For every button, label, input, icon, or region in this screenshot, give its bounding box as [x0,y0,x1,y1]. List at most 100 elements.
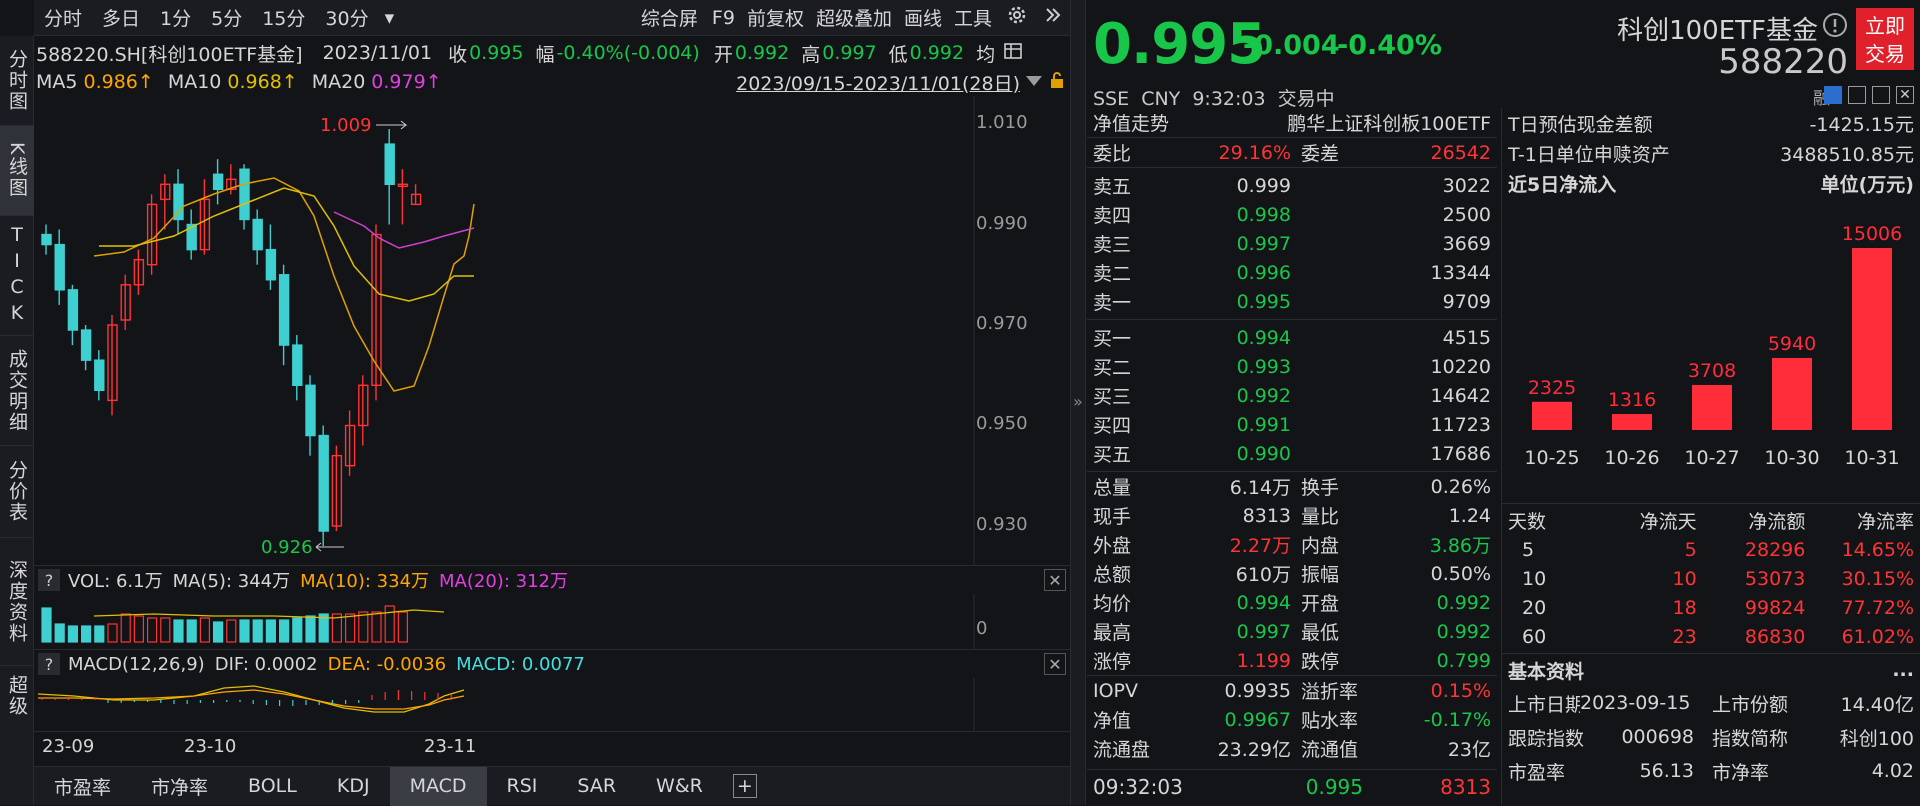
tab-15min[interactable]: 15分 [252,4,315,31]
flow-cell: 18 [1672,596,1697,619]
stat-label: 溢折率 [1301,681,1359,703]
tab-wr[interactable]: W&R [636,767,723,806]
quote-panel: 0.995 -0.004 -0.40% 科创100ETF基金 588220 立即… [1087,0,1920,805]
table-icon[interactable] [1003,41,1023,66]
sidebar-item-tick[interactable]: TICK [0,216,34,336]
close-icon[interactable]: ✕ [1044,569,1066,591]
volume-bar [213,621,224,643]
period-dropdown-icon[interactable]: ▾ [379,7,401,29]
volume-bar [239,619,250,643]
flow-cell: 86830 [1744,625,1806,648]
tab-pe[interactable]: 市盈率 [34,767,131,806]
stat-label: 总额 [1093,564,1132,586]
inflow-category: 10-30 [1764,447,1819,469]
tool-adjust[interactable]: 前复权 [741,4,810,31]
ask-row: 卖二 0.996 13344 [1087,258,1497,287]
stat-value: 2.27万 [1229,535,1291,557]
ma10-value: 0.968↑ [227,71,298,93]
kline-svg[interactable]: 1.010 0.990 0.970 0.950 0.930 1.009 0.92… [34,96,1070,566]
tab-30min[interactable]: 30分 [315,4,378,31]
sidebar-item-fenshi[interactable]: 分时图 [0,36,34,126]
basic-label: 上市日期 [1508,693,1580,716]
volume-pane[interactable]: ? VOL: 6.1万 MA(5): 344万 MA(10): 334万 MA(… [34,566,1070,650]
close-icon[interactable]: ✕ [1044,653,1066,675]
weibi-row: 委比 29.16% 委差 26542 [1087,138,1497,167]
trade-button[interactable]: 立即交易 [1856,8,1914,70]
help-icon[interactable]: ? [38,569,60,591]
stat-value: 0.992 [1436,620,1491,643]
tab-1min[interactable]: 1分 [150,4,201,31]
stat-value: 3.86万 [1429,535,1491,557]
inflow-category: 10-31 [1844,447,1899,469]
stat-label: 量比 [1301,506,1340,528]
amp-value: -0.40%(-0.004) [556,42,700,64]
low-marker: 0.926 [261,537,313,558]
sidebar-item-super[interactable]: 超级 [0,666,34,726]
tool-draw[interactable]: 画线 [898,4,948,31]
level-label: 卖二 [1093,263,1132,285]
sidebar-label: 分时图 [6,49,28,112]
more-icon[interactable]: ... [1892,659,1914,681]
basic-header: 基本资料 ... [1502,654,1920,686]
double-chevron-right-icon[interactable] [1036,6,1070,29]
tab-kdj[interactable]: KDJ [317,767,390,806]
tab-pb[interactable]: 市净率 [131,767,228,806]
panel-divider[interactable]: » [1070,0,1086,805]
edit-icon[interactable] [1824,86,1842,104]
macd-pane[interactable]: ? MACD(12,26,9) DIF: 0.0002 DEA: -0.0036… [34,650,1070,732]
sidebar-label: 超级 [6,675,28,717]
bid-row: 买四 0.991 11723 [1087,410,1497,439]
tool-overlay[interactable]: 超级叠加 [810,4,898,31]
info-icon[interactable] [1822,12,1848,43]
close-icon[interactable]: ✕ [1896,86,1914,104]
cash-value: -1425.15元 [1809,113,1914,136]
stat-label: 振幅 [1301,564,1340,586]
stat-value: 23.29亿 [1217,739,1291,761]
tab-sar[interactable]: SAR [557,767,636,806]
tool-composite[interactable]: 综合屏 [633,4,706,31]
date-range[interactable]: 2023/09/15-2023/11/01(28日) [736,69,1020,96]
inflow-value: 15006 [1842,223,1902,245]
sidebar-item-depth[interactable]: 深度资料 [0,538,34,666]
window-icon[interactable] [1872,86,1890,104]
tab-rsi[interactable]: RSI [487,767,558,806]
level-volume: 2500 [1442,203,1491,226]
price-change-pct: -0.40% [1337,30,1442,61]
nav-row[interactable]: 净值走势 鹏华上证科创板100ETF [1087,108,1497,137]
lock-icon[interactable] [1848,86,1866,104]
sidebar-item-price-table[interactable]: 分价表 [0,446,34,538]
high-label: 高 [801,43,821,66]
tool-f9[interactable]: F9 [706,7,741,29]
open-label: 开 [713,43,733,66]
stat-label: 最高 [1093,622,1132,644]
macd-dif: DIF: 0.0002 [214,653,318,675]
help-icon[interactable]: ? [38,653,60,675]
add-tab-button[interactable]: + [723,767,767,806]
last-trade-time: 09:32:03 [1093,775,1183,799]
stat-label: 流通值 [1301,739,1359,761]
tool-tools[interactable]: 工具 [948,4,998,31]
stat-value: 1.199 [1236,649,1291,672]
macd-dea: DEA: -0.0036 [327,653,447,675]
stat-label: 跌停 [1301,651,1340,673]
tab-multiday[interactable]: 多日 [92,4,150,31]
tab-5min[interactable]: 5分 [201,4,252,31]
sidebar-item-trades[interactable]: 成交明细 [0,336,34,446]
triangle-down-icon[interactable] [1024,71,1044,93]
period-toolbar: 分时 多日 1分 5分 15分 30分 ▾ 综合屏 F9 前复权 超级叠加 画线… [34,0,1070,36]
sidebar-item-kline[interactable]: K线图 [0,126,34,216]
inflow-bar [1612,414,1652,430]
lock-icon[interactable] [1048,71,1066,94]
inflow-value: 3708 [1688,360,1736,382]
double-chevron-right-icon[interactable]: » [1073,392,1083,411]
last-trade-volume: 8313 [1440,775,1491,799]
tab-macd[interactable]: MACD [389,766,487,806]
gear-icon[interactable] [998,4,1036,31]
tab-boll[interactable]: BOLL [228,767,317,806]
level-volume: 3022 [1442,174,1491,197]
kline-chart-pane[interactable]: 1.010 0.990 0.970 0.950 0.930 1.009 0.92… [34,96,1070,566]
price-tick-1010: 1.010 [976,112,1028,133]
last-trade-price: 0.995 [1305,775,1363,799]
tab-fenshi[interactable]: 分时 [34,4,92,31]
volume-bar [120,613,131,643]
